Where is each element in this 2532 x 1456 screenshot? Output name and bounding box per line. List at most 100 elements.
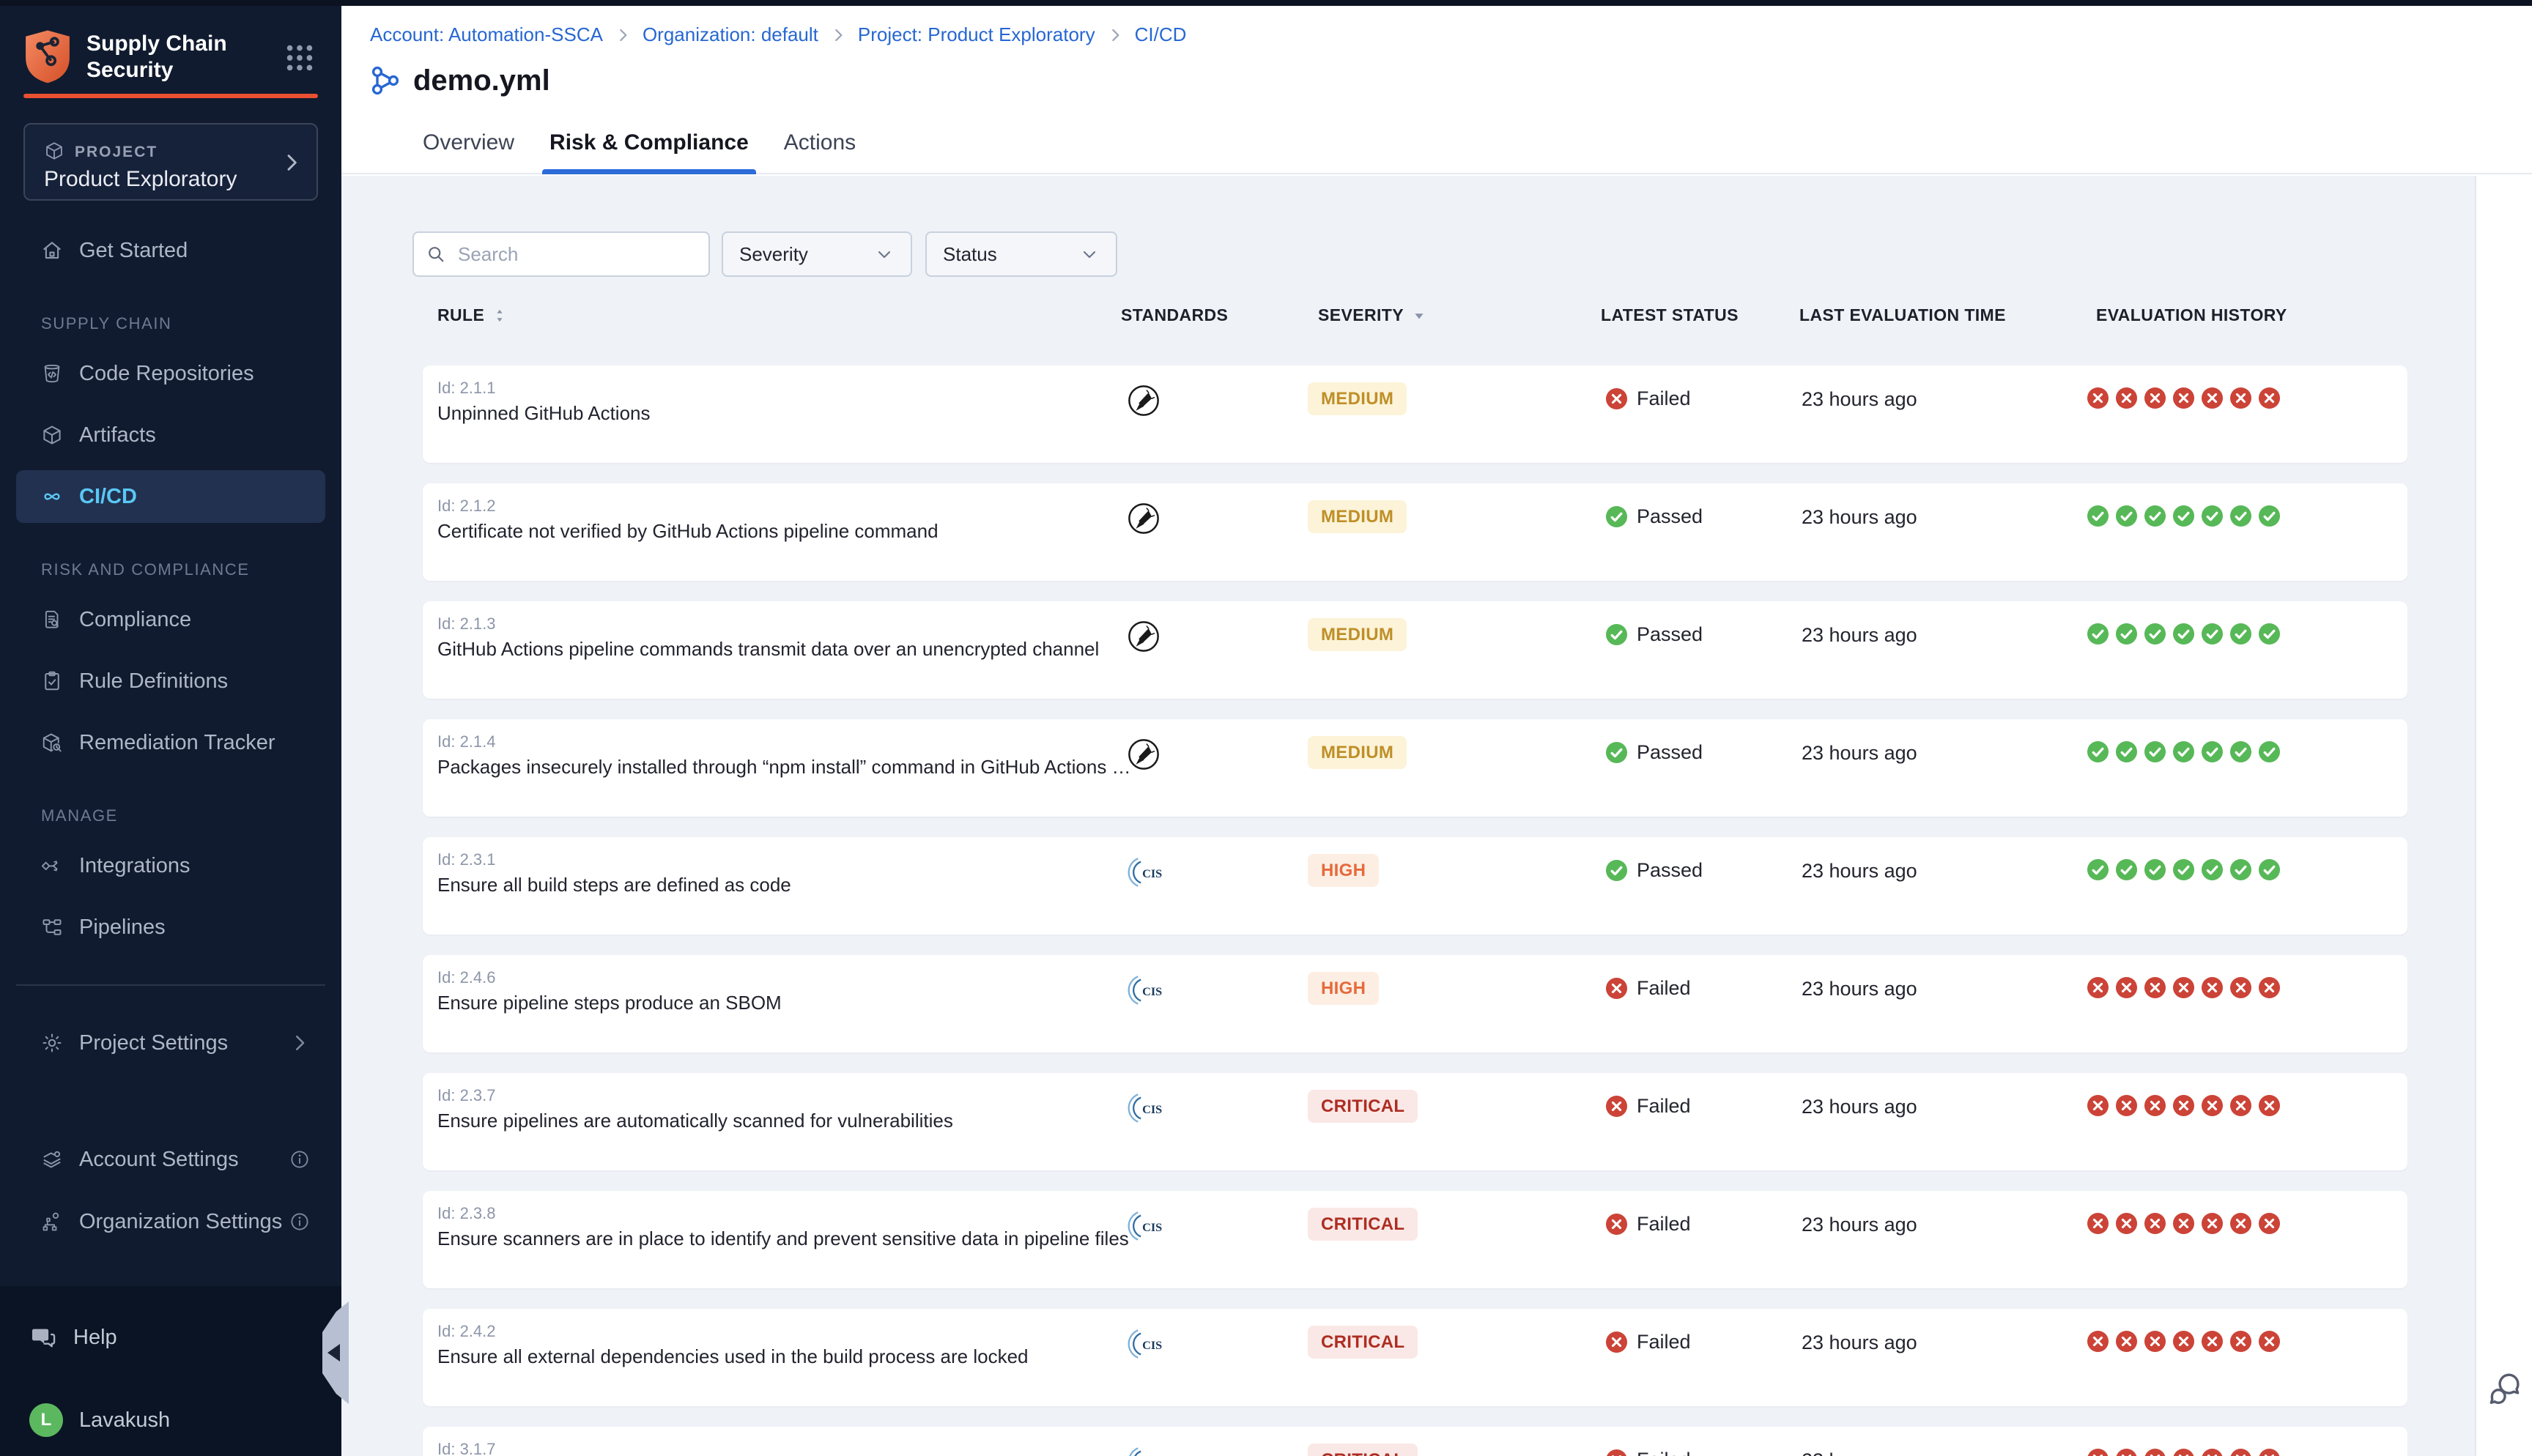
project-box-icon [44,141,64,161]
tab-risk-compliance[interactable]: Risk & Compliance [549,116,749,174]
tab-bar: Overview Risk & Compliance Actions [423,116,856,174]
history-fail-icon [2172,1330,2195,1353]
breadcrumb-link-0[interactable]: Account: Automation-SSCA [370,23,603,46]
history-pass-icon [2087,740,2109,763]
rule-id: Id: 3.1.7 [437,1440,496,1456]
sort-updown-icon [490,303,509,322]
status-pass-icon [1605,623,1628,646]
history-fail-icon [2115,976,2138,999]
sidebar-item-lavakush[interactable]: LLavakush [29,1398,308,1442]
page-title: demo.yml [413,64,550,97]
column-header-standards[interactable]: STANDARDS [1121,299,1228,331]
latest-status: Passed [1605,623,1703,646]
table-row[interactable]: Id: 2.1.1 Unpinned GitHub Actions MEDIUM… [423,365,2407,463]
chevron-right-icon [613,26,632,45]
project-name: Product Exploratory [44,167,237,192]
breadcrumb-link-3[interactable]: CI/CD [1135,23,1187,46]
tab-overview[interactable]: Overview [423,116,514,174]
history-fail-icon [2144,387,2166,409]
history-pass-icon [2172,505,2195,527]
status-filter-dropdown[interactable]: Status [925,231,1117,277]
search-box [412,231,710,277]
sidebar-section-risk-and-compliance: RISK AND COMPLIANCE [41,555,250,584]
sidebar-item-artifacts[interactable]: Artifacts [16,409,325,461]
chevron-down-icon [874,244,895,264]
sidebar-item-compliance[interactable]: Compliance [16,593,325,646]
severity-badge: CRITICAL [1308,1444,1418,1456]
evaluation-history [2087,1448,2281,1456]
box-wrench-icon [41,732,63,754]
sidebar-item-integrations[interactable]: Integrations [16,839,325,892]
table-row[interactable]: Id: 2.3.8 Ensure scanners are in place t… [423,1191,2407,1288]
severity-badge: CRITICAL [1308,1326,1418,1359]
history-fail-icon [2201,1094,2224,1117]
column-header-latest-status[interactable]: LATEST STATUS [1601,299,1739,331]
rule-id: Id: 2.3.1 [437,850,496,869]
history-pass-icon [2144,623,2166,645]
window-top-edge [0,0,2532,6]
severity-filter-dropdown[interactable]: Severity [722,231,912,277]
history-fail-icon [2229,976,2252,999]
brand-divider [23,94,318,98]
table-row[interactable]: Id: 2.1.3 GitHub Actions pipeline comman… [423,601,2407,699]
tab-actions[interactable]: Actions [784,116,856,174]
column-header-evaluation-history[interactable]: EVALUATION HISTORY [2096,299,2287,331]
history-fail-icon [2144,1212,2166,1235]
table-row[interactable]: Id: 2.1.2 Certificate not verified by Gi… [423,483,2407,581]
chevron-right-icon [1106,26,1125,45]
history-pass-icon [2201,740,2224,763]
history-fail-icon [2258,976,2281,999]
sidebar-item-get-started[interactable]: Get Started [16,224,325,277]
table-row[interactable]: Id: 2.4.6 Ensure pipeline steps produce … [423,955,2407,1052]
infinity-icon [41,486,63,508]
table-row[interactable]: Id: 2.4.2 Ensure all external dependenci… [423,1309,2407,1406]
table-row[interactable]: Id: 3.1.7 CIS CRITICAL Failed 23 hours a… [423,1427,2407,1456]
history-fail-icon [2258,1094,2281,1117]
table-row[interactable]: Id: 2.3.1 Ensure all build steps are def… [423,837,2407,935]
svg-text:CIS: CIS [1142,984,1162,998]
history-fail-icon [2087,1212,2109,1235]
pipelines-icon [41,916,63,938]
sidebar-item-account-settings[interactable]: Account Settings [16,1133,325,1186]
history-pass-icon [2172,623,2195,645]
status-fail-icon [1605,1449,1628,1456]
home-icon [41,239,63,261]
latest-status: Failed [1605,976,1691,1000]
app-switcher-icon[interactable] [283,41,316,75]
caret-down-icon [1410,303,1429,322]
rule-name: Certificate not verified by GitHub Actio… [437,520,939,543]
sidebar-item-help[interactable]: ?Help [29,1315,308,1359]
history-pass-icon [2229,505,2252,527]
column-header-last-evaluation-time[interactable]: LAST EVALUATION TIME [1799,299,2006,331]
history-fail-icon [2172,1448,2195,1456]
app-title: Supply ChainSecurity [86,31,227,83]
column-header-severity[interactable]: SEVERITY [1318,299,1429,331]
search-input[interactable] [456,242,697,267]
breadcrumb-link-2[interactable]: Project: Product Exploratory [858,23,1095,46]
breadcrumb-link-1[interactable]: Organization: default [643,23,818,46]
history-fail-icon [2115,1212,2138,1235]
info-icon [289,1148,311,1170]
evaluation-history [2087,1094,2281,1117]
rule-name: Unpinned GitHub Actions [437,402,651,425]
sidebar-item-ci-cd[interactable]: CI/CD [16,470,325,523]
gear-icon [41,1032,63,1054]
sidebar-item-code-repositories[interactable]: Code Repositories [16,347,325,400]
sidebar-item-pipelines[interactable]: Pipelines [16,901,325,954]
status-fail-icon [1605,387,1628,410]
sidebar-item-organization-settings[interactable]: Organization Settings [16,1195,325,1248]
column-header-rule[interactable]: RULE [437,299,509,331]
project-selector[interactable]: PROJECT Product Exploratory [23,123,318,201]
history-pass-icon [2258,505,2281,527]
history-pass-icon [2229,740,2252,763]
sidebar-item-remediation-tracker[interactable]: Remediation Tracker [16,716,325,769]
sidebar-item-project-settings[interactable]: Project Settings [16,1017,325,1069]
table-row[interactable]: Id: 2.3.7 Ensure pipelines are automatic… [423,1073,2407,1170]
history-pass-icon [2087,858,2109,881]
sidebar-footer: ?Help LLavakush [0,1286,341,1456]
chat-bubbles-icon[interactable] [2486,1370,2525,1409]
history-fail-icon [2087,976,2109,999]
table-row[interactable]: Id: 2.1.4 Packages insecurely installed … [423,719,2407,817]
org-icon [41,1211,63,1233]
sidebar-item-rule-definitions[interactable]: Rule Definitions [16,655,325,707]
